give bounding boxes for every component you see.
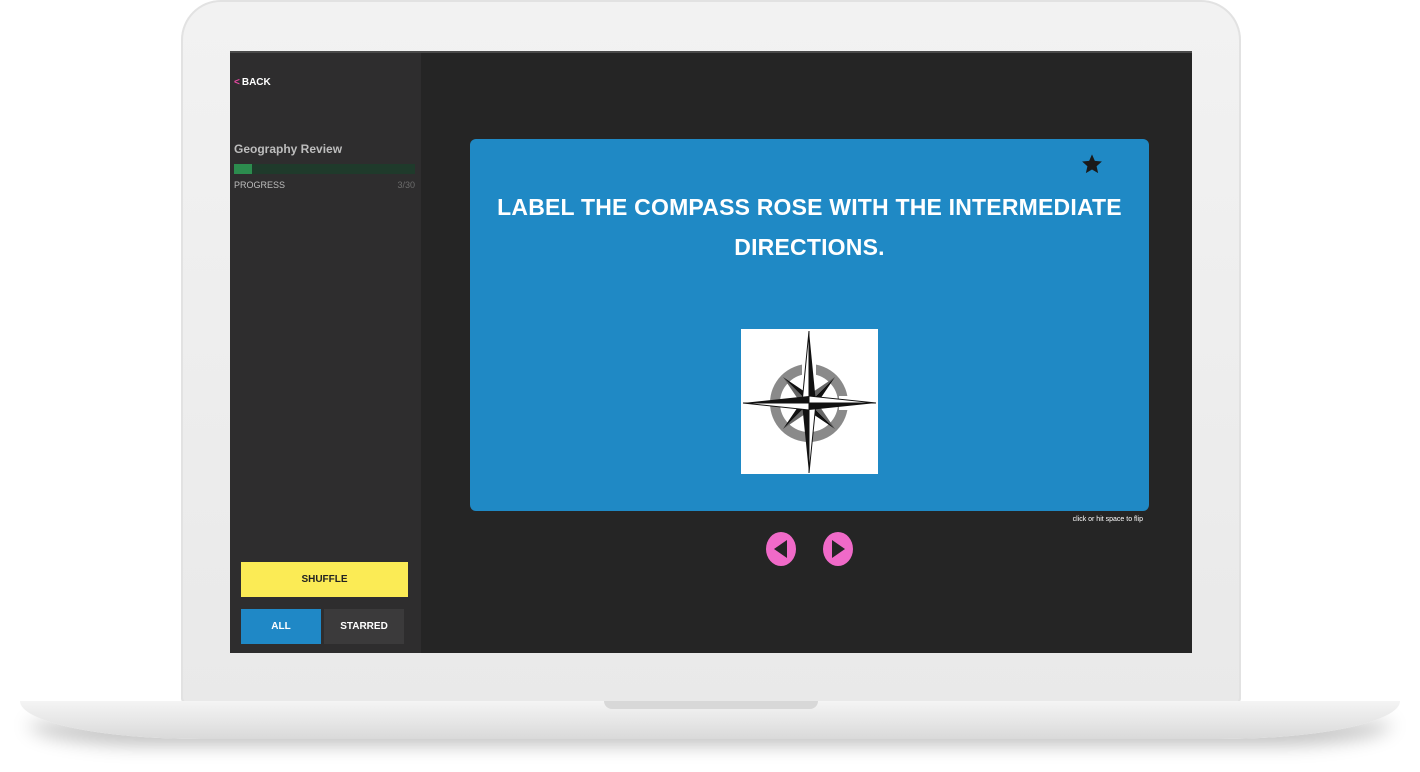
sidebar: < BACK Geography Review PROGRESS 3/30 SHU… — [230, 53, 421, 653]
next-card-button[interactable] — [823, 532, 853, 566]
laptop-mockup: < BACK Geography Review PROGRESS 3/30 SHU… — [0, 0, 1420, 772]
chevron-left-icon: < — [234, 77, 240, 88]
progress-bar-fill — [234, 164, 253, 174]
card-question: LABEL THE COMPASS ROSE WITH THE INTERMED… — [497, 194, 1122, 260]
laptop-notch — [604, 701, 818, 709]
flashcard[interactable]: LABEL THE COMPASS ROSE WITH THE INTERMED… — [470, 139, 1149, 511]
filter-all-button[interactable]: ALL — [241, 609, 321, 644]
progress-count: 3/30 — [397, 180, 415, 190]
flip-hint: click or hit space to flip — [1072, 516, 1143, 523]
shuffle-button[interactable]: SHUFFLE — [241, 562, 408, 597]
back-label: BACK — [241, 77, 271, 88]
app-screen: < BACK Geography Review PROGRESS 3/30 SHU… — [230, 51, 1192, 653]
compass-rose-icon — [742, 330, 877, 474]
progress-bar — [234, 164, 415, 174]
back-link[interactable]: < BACK — [234, 77, 271, 88]
deck-title: Geography Review — [234, 142, 343, 156]
compass-rose-image — [741, 329, 878, 474]
star-icon[interactable] — [1081, 153, 1103, 175]
filter-starred-button[interactable]: STARRED — [324, 609, 404, 644]
progress-label: PROGRESS — [234, 180, 286, 190]
previous-card-button[interactable] — [766, 532, 796, 566]
